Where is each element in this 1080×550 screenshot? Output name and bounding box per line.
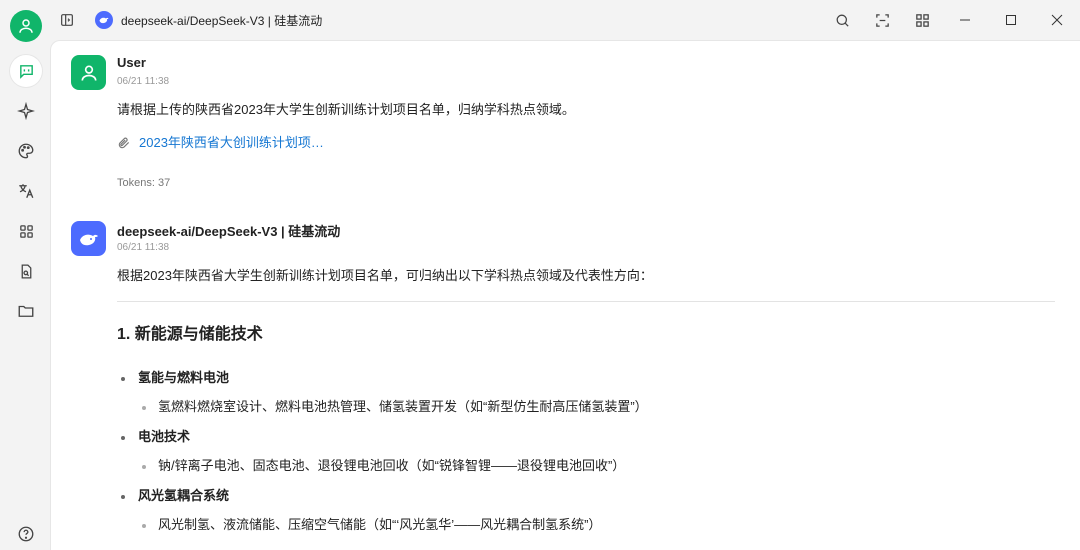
apps-icon[interactable]: [10, 215, 42, 247]
list-item: 电池技术: [121, 427, 1055, 449]
token-count: Tokens: 37: [117, 177, 171, 190]
translate-icon[interactable]: [10, 175, 42, 207]
grid-icon[interactable]: [902, 4, 942, 36]
palette-icon[interactable]: [10, 135, 42, 167]
paperclip-icon: [118, 137, 130, 149]
document-icon[interactable]: [10, 255, 42, 287]
message-time: 06/21 11:38: [117, 242, 170, 253]
list-item: 风光氢耦合系统: [121, 486, 1055, 508]
message-author: User: [117, 55, 146, 70]
chat-area: User 06/21 11:38 请根据上传的陕西省2023年大学生创新训练计划…: [50, 40, 1080, 550]
close-icon[interactable]: [1034, 0, 1080, 40]
folder-icon[interactable]: [10, 295, 42, 327]
user-avatar-icon: [71, 55, 106, 90]
sparkle-icon[interactable]: [10, 95, 42, 127]
tab-title-text: deepseek-ai/DeepSeek-V3 | 硅基流动: [121, 13, 323, 28]
attachment-name: 2023年陕西省大创训练计划项…: [139, 135, 324, 151]
list-item: 氢能与燃料电池: [121, 368, 1055, 390]
deepseek-logo-icon: [95, 11, 113, 29]
help-icon[interactable]: [10, 518, 42, 550]
divider: [117, 301, 1055, 303]
message-text: 请根据上传的陕西省2023年大学生创新训练计划项目名单，归纳学科热点领域。: [117, 102, 575, 117]
section-heading: 1. 新能源与储能技术: [117, 326, 263, 344]
left-rail: [0, 0, 50, 550]
search-icon[interactable]: [822, 4, 862, 36]
deepseek-avatar-icon: [71, 221, 106, 256]
message-body: 请根据上传的陕西省2023年大学生创新训练计划项目名单，归纳学科热点领域。 20…: [117, 101, 1055, 192]
list-subitem: 氢燃料燃烧室设计、燃料电池热管理、储氢装置开发（如“新型仿生耐高压储氢装置”）: [142, 397, 1055, 419]
message-author: deepseek-ai/DeepSeek-V3 | 硅基流动: [117, 224, 341, 239]
list-subitem: 风光制氢、液流储能、压缩空气储能（如“‘风光氢华’——风光耦合制氢系统”）: [142, 515, 1055, 537]
list-subitem: 钠/锌离子电池、固态电池、退役锂电池回收（如“锐锋智锂——退役锂电池回收”）: [142, 456, 1055, 478]
minimize-icon[interactable]: [942, 0, 988, 40]
maximize-icon[interactable]: [988, 0, 1034, 40]
message-time: 06/21 11:38: [117, 76, 170, 87]
user-avatar[interactable]: [10, 10, 42, 42]
expand-icon[interactable]: [862, 4, 902, 36]
chat-icon[interactable]: [10, 55, 42, 87]
message-intro: 根据2023年陕西省大学生创新训练计划项目名单，可归纳出以下学科热点领域及代表性…: [117, 268, 653, 283]
window-tab[interactable]: deepseek-ai/DeepSeek-V3 | 硅基流动: [95, 11, 322, 29]
title-bar: deepseek-ai/DeepSeek-V3 | 硅基流动: [50, 0, 1080, 40]
attachment-link[interactable]: 2023年陕西省大创训练计划项…: [117, 134, 1055, 152]
message-body: 根据2023年陕西省大学生创新训练计划项目名单，可归纳出以下学科热点领域及代表性…: [117, 267, 1055, 545]
toggle-sidebar-icon[interactable]: [51, 4, 83, 36]
